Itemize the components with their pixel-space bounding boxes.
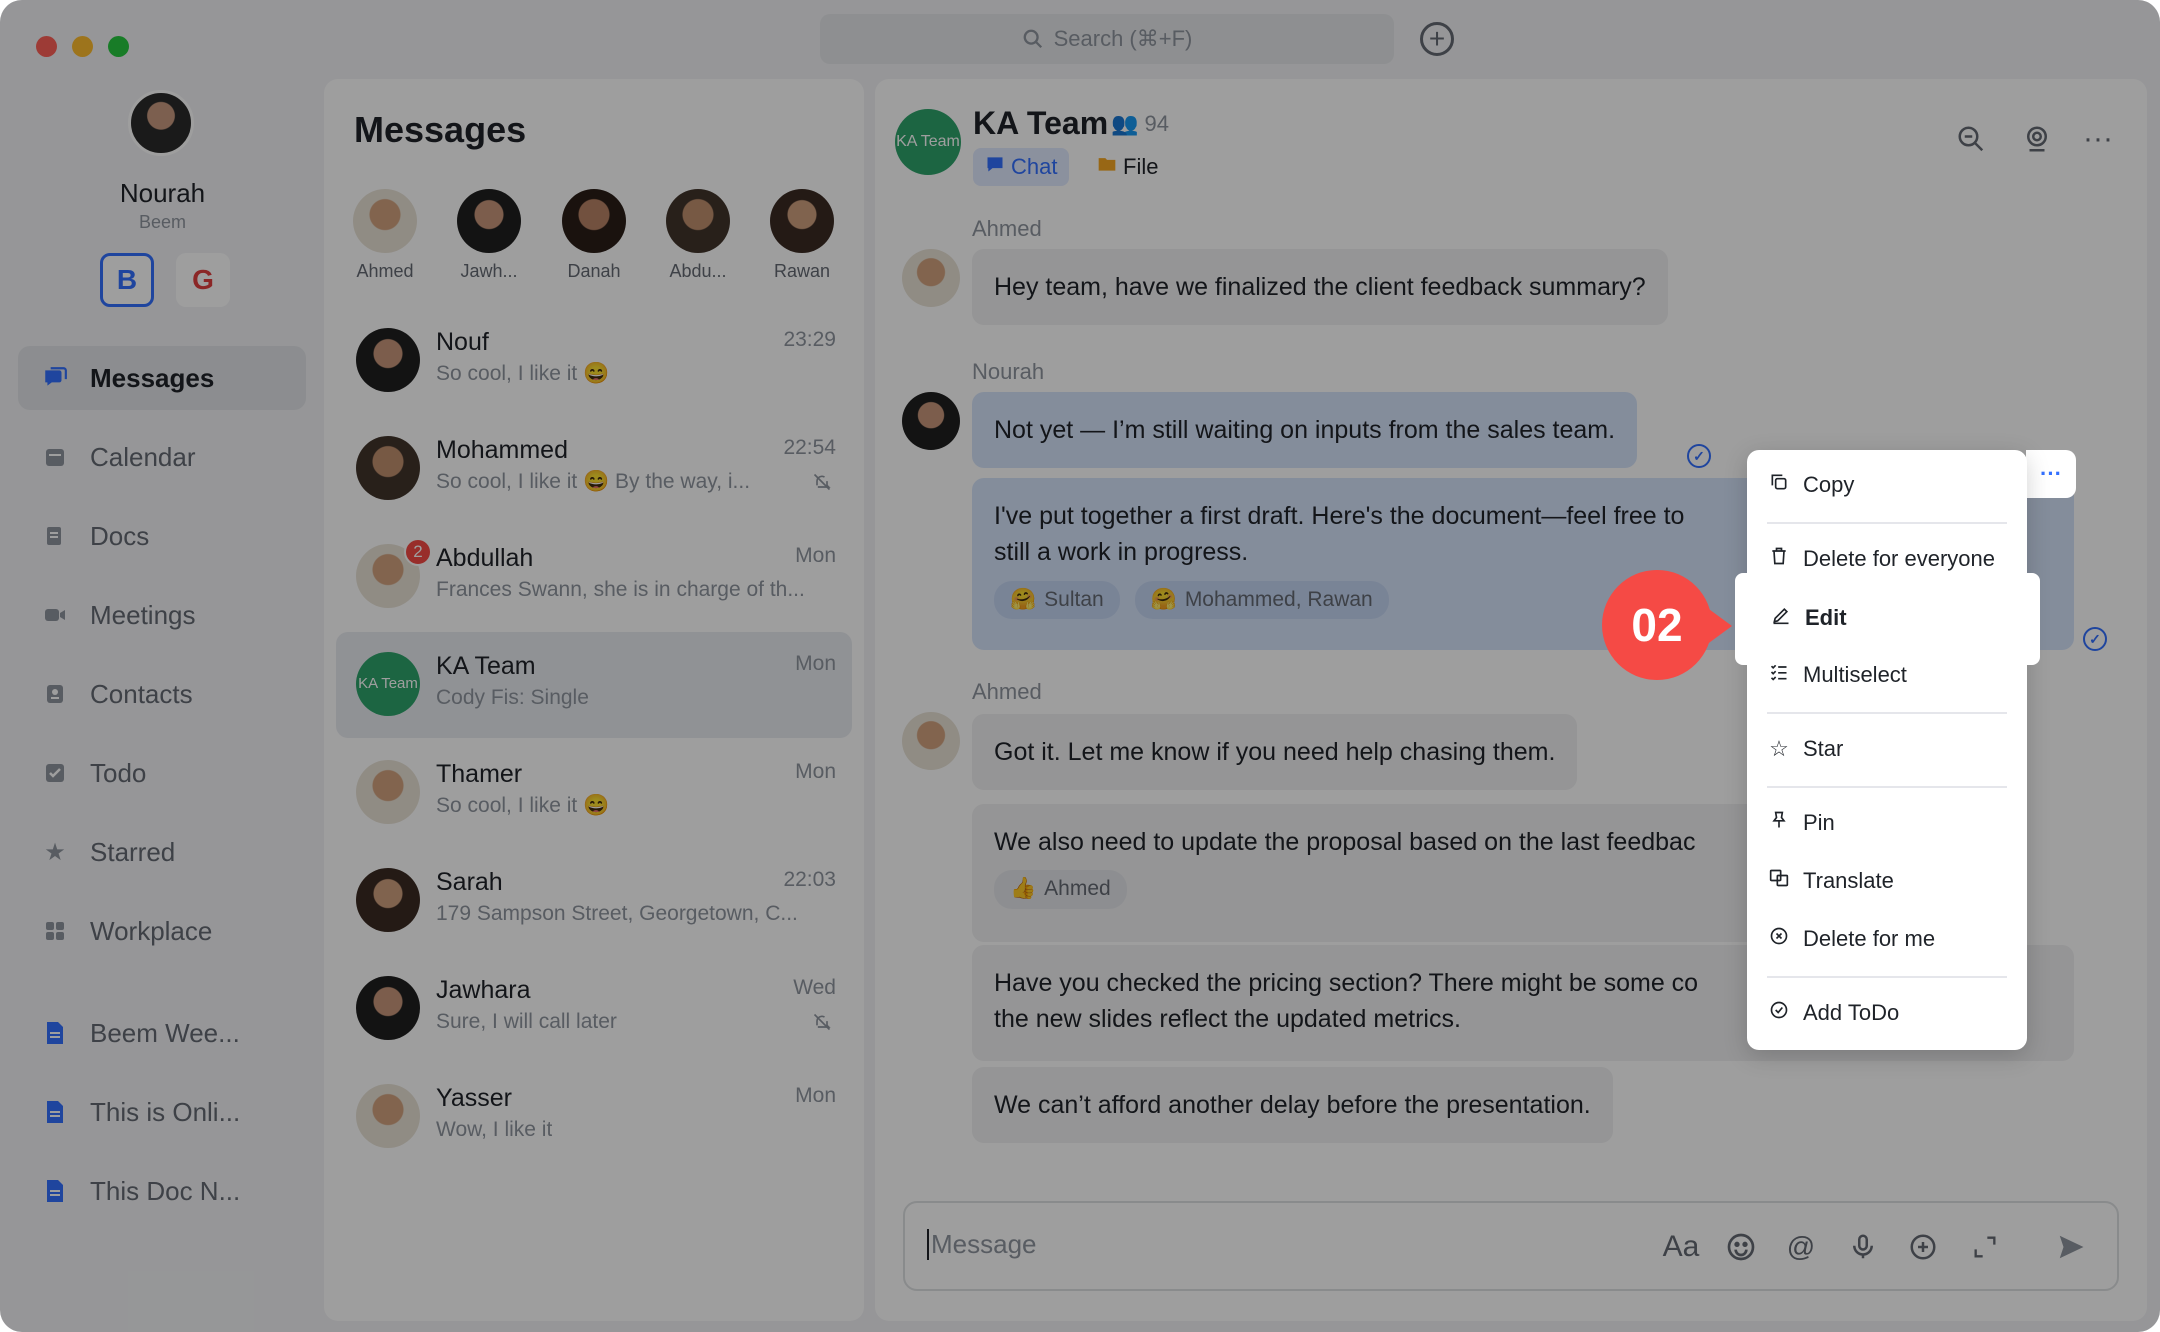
menu-item-label: Translate xyxy=(1803,868,1894,893)
pin-icon xyxy=(1767,810,1791,836)
step-number-badge: 02 xyxy=(1602,570,1712,680)
copy-icon xyxy=(1767,472,1791,498)
trash-icon xyxy=(1767,546,1791,572)
menu-item-label: Edit xyxy=(1805,605,1847,630)
menu-divider xyxy=(1767,976,2007,978)
menu-divider xyxy=(1767,522,2007,524)
menu-item-add-todo[interactable]: Add ToDo xyxy=(1767,1000,1899,1026)
step-pointer-arrow xyxy=(1702,604,1732,648)
menu-item-edit-highlighted[interactable]: Edit xyxy=(1735,573,2040,665)
message-more-button[interactable]: ··· xyxy=(2026,450,2076,498)
message-context-menu: Copy Delete for everyone Multiselect ☆ S… xyxy=(1747,450,2027,1050)
circle-x-icon xyxy=(1767,926,1791,952)
menu-item-label: Star xyxy=(1803,736,1844,761)
star-outline-icon: ☆ xyxy=(1769,736,1789,761)
menu-item-label: Delete for me xyxy=(1803,926,1936,951)
translate-icon xyxy=(1767,868,1791,894)
menu-item-pin[interactable]: Pin xyxy=(1767,810,1835,836)
menu-item-delete-for-me[interactable]: Delete for me xyxy=(1767,926,1935,952)
menu-item-copy[interactable]: Copy xyxy=(1767,472,1854,498)
menu-item-translate[interactable]: Translate xyxy=(1767,868,1894,894)
menu-item-label: Add ToDo xyxy=(1803,1000,1900,1025)
menu-item-label: Pin xyxy=(1803,810,1835,835)
menu-divider xyxy=(1767,712,2007,714)
app-window: Search (⌘+F) + Nourah Beem B G Messages … xyxy=(0,0,2160,1332)
pencil-icon xyxy=(1769,605,1793,631)
menu-item-label: Copy xyxy=(1803,472,1855,497)
menu-item-label: Delete for everyone xyxy=(1803,546,1995,571)
menu-divider xyxy=(1767,786,2007,788)
menu-item-multiselect[interactable]: Multiselect xyxy=(1767,662,1907,688)
checklist-icon xyxy=(1767,662,1791,688)
menu-item-edit[interactable]: Edit xyxy=(1769,605,1847,631)
menu-item-star[interactable]: ☆ Star xyxy=(1767,736,1843,762)
menu-item-label: Multiselect xyxy=(1803,662,1907,687)
menu-item-delete-for-everyone[interactable]: Delete for everyone xyxy=(1767,546,1995,572)
check-circle-icon xyxy=(1767,1000,1791,1026)
